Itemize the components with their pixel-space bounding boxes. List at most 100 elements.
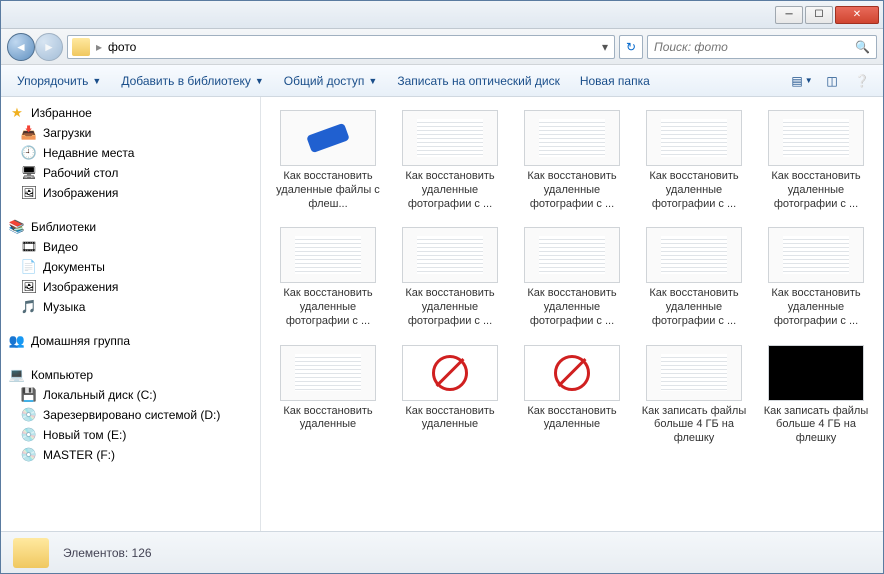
thumbnail-image: [280, 227, 376, 283]
pictures-icon: 🖼: [21, 279, 37, 295]
file-thumbnail[interactable]: Как восстановить удаленные: [513, 340, 631, 451]
thumbnail-image: [646, 227, 742, 283]
sidebar-item-documents[interactable]: 📄 Документы: [1, 257, 260, 277]
address-dropdown-icon[interactable]: ▾: [596, 40, 614, 54]
homegroup-icon: 👥: [9, 333, 25, 349]
thumbnail-image: [524, 345, 620, 401]
sidebar-item-homegroup[interactable]: 👥 Домашняя группа: [1, 331, 260, 351]
file-thumbnail[interactable]: Как восстановить удаленные файлы с флеш.…: [269, 105, 387, 216]
thumbnail-image: [280, 110, 376, 166]
burn-button[interactable]: Записать на оптический диск: [389, 70, 568, 92]
view-icon: ▤: [791, 74, 802, 88]
file-thumbnail[interactable]: Как восстановить удаленные: [269, 340, 387, 451]
homegroup-group: 👥 Домашняя группа: [1, 331, 260, 351]
sidebar-item-drive-f[interactable]: 💿 MASTER (F:): [1, 445, 260, 465]
maximize-button[interactable]: ☐: [805, 6, 833, 24]
status-bar: Элементов: 126: [1, 531, 883, 573]
drive-icon: 💿: [21, 447, 37, 463]
drive-icon: 💿: [21, 427, 37, 443]
sidebar-item-recent[interactable]: 🕘 Недавние места: [1, 143, 260, 163]
thumbnail-label: Как восстановить удаленные: [396, 405, 504, 433]
thumbnail-image: [646, 345, 742, 401]
sidebar-item-drive-d[interactable]: 💿 Зарезервировано системой (D:): [1, 405, 260, 425]
file-thumbnail[interactable]: Как восстановить удаленные фотографии с …: [513, 222, 631, 333]
thumbnail-image: [524, 227, 620, 283]
sidebar-item-drive-e[interactable]: 💿 Новый том (E:): [1, 425, 260, 445]
search-input[interactable]: [648, 40, 849, 54]
thumbnail-label: Как восстановить удаленные: [518, 405, 626, 433]
minimize-button[interactable]: ─: [775, 6, 803, 24]
star-icon: ★: [9, 105, 25, 121]
view-options-button[interactable]: ▤▼: [789, 69, 815, 93]
libraries-icon: 📚: [9, 219, 25, 235]
breadcrumb-chevron-icon: ▸: [94, 40, 104, 54]
chevron-down-icon: ▼: [255, 76, 264, 86]
sidebar-item-pictures-lib[interactable]: 🖼 Изображения: [1, 277, 260, 297]
back-button[interactable]: ◄: [7, 33, 35, 61]
thumbnail-label: Как восстановить удаленные фотографии с …: [274, 287, 382, 328]
chevron-down-icon: ▼: [92, 76, 101, 86]
preview-pane-icon: ◫: [826, 74, 837, 88]
address-bar[interactable]: ▸ фото ▾: [67, 35, 615, 59]
close-button[interactable]: ✕: [835, 6, 879, 24]
file-thumbnail[interactable]: Как восстановить удаленные: [391, 340, 509, 451]
explorer-window: ─ ☐ ✕ ◄ ► ▸ фото ▾ ↻ 🔍 Упорядочить▼: [0, 0, 884, 574]
file-thumbnail[interactable]: Как восстановить удаленные фотографии с …: [269, 222, 387, 333]
music-icon: 🎵: [21, 299, 37, 315]
help-icon: ❔: [855, 74, 870, 88]
thumbnail-image: [402, 227, 498, 283]
sidebar-item-music[interactable]: 🎵 Музыка: [1, 297, 260, 317]
file-thumbnail[interactable]: Как записать файлы больше 4 ГБ на флешку: [757, 340, 875, 451]
organize-button[interactable]: Упорядочить▼: [9, 70, 109, 92]
arrow-left-icon: ◄: [15, 40, 27, 54]
item-count-label: Элементов: 126: [63, 546, 152, 560]
file-view: Как восстановить удаленные файлы с флеш.…: [261, 97, 883, 531]
libraries-group: 📚 Библиотеки 🎞 Видео 📄 Документы 🖼 Изобр…: [1, 217, 260, 317]
drive-icon: 💾: [21, 387, 37, 403]
sidebar-header-libraries[interactable]: 📚 Библиотеки: [1, 217, 260, 237]
file-thumbnail[interactable]: Как восстановить удаленные фотографии с …: [635, 105, 753, 216]
file-thumbnail[interactable]: Как восстановить удаленные фотографии с …: [391, 105, 509, 216]
search-icon[interactable]: 🔍: [849, 40, 876, 54]
preview-pane-button[interactable]: ◫: [819, 69, 845, 93]
folder-icon: [13, 538, 49, 568]
sidebar-item-videos[interactable]: 🎞 Видео: [1, 237, 260, 257]
thumbnail-image: [768, 345, 864, 401]
file-thumbnail[interactable]: Как восстановить удаленные фотографии с …: [391, 222, 509, 333]
search-box[interactable]: 🔍: [647, 35, 877, 59]
help-button[interactable]: ❔: [849, 69, 875, 93]
sidebar-item-drive-c[interactable]: 💾 Локальный диск (C:): [1, 385, 260, 405]
desktop-icon: 🖥: [21, 165, 37, 181]
thumbnail-image: [524, 110, 620, 166]
share-button[interactable]: Общий доступ▼: [276, 70, 386, 92]
new-folder-button[interactable]: Новая папка: [572, 70, 658, 92]
main-split: ★ Избранное 📥 Загрузки 🕘 Недавние места …: [1, 97, 883, 531]
arrow-right-icon: ►: [43, 40, 55, 54]
sidebar-item-downloads[interactable]: 📥 Загрузки: [1, 123, 260, 143]
refresh-button[interactable]: ↻: [619, 35, 643, 59]
file-thumbnail[interactable]: Как восстановить удаленные фотографии с …: [513, 105, 631, 216]
file-thumbnail[interactable]: Как восстановить удаленные фотографии с …: [757, 222, 875, 333]
navigation-pane: ★ Избранное 📥 Загрузки 🕘 Недавние места …: [1, 97, 261, 531]
thumbnail-label: Как восстановить удаленные фотографии с …: [762, 287, 870, 328]
file-thumbnail[interactable]: Как записать файлы больше 4 ГБ на флешку: [635, 340, 753, 451]
file-thumbnail[interactable]: Как восстановить удаленные фотографии с …: [757, 105, 875, 216]
thumbnail-label: Как восстановить удаленные фотографии с …: [640, 170, 748, 211]
thumbnail-label: Как восстановить удаленные фотографии с …: [396, 287, 504, 328]
sidebar-header-favorites[interactable]: ★ Избранное: [1, 103, 260, 123]
thumbnail-image: [768, 227, 864, 283]
video-icon: 🎞: [21, 239, 37, 255]
thumbnail-label: Как восстановить удаленные фотографии с …: [518, 287, 626, 328]
thumbnail-label: Как записать файлы больше 4 ГБ на флешку: [640, 405, 748, 446]
thumbnail-label: Как восстановить удаленные фотографии с …: [762, 170, 870, 211]
add-to-library-button[interactable]: Добавить в библиотеку▼: [113, 70, 271, 92]
breadcrumb-segment[interactable]: фото: [104, 38, 140, 56]
sidebar-header-computer[interactable]: 💻 Компьютер: [1, 365, 260, 385]
file-thumbnail[interactable]: Как восстановить удаленные фотографии с …: [635, 222, 753, 333]
thumbnail-image: [280, 345, 376, 401]
thumbnail-label: Как восстановить удаленные файлы с флеш.…: [274, 170, 382, 211]
forward-button[interactable]: ►: [35, 33, 63, 61]
sidebar-item-pictures[interactable]: 🖼 Изображения: [1, 183, 260, 203]
downloads-icon: 📥: [21, 125, 37, 141]
sidebar-item-desktop[interactable]: 🖥 Рабочий стол: [1, 163, 260, 183]
